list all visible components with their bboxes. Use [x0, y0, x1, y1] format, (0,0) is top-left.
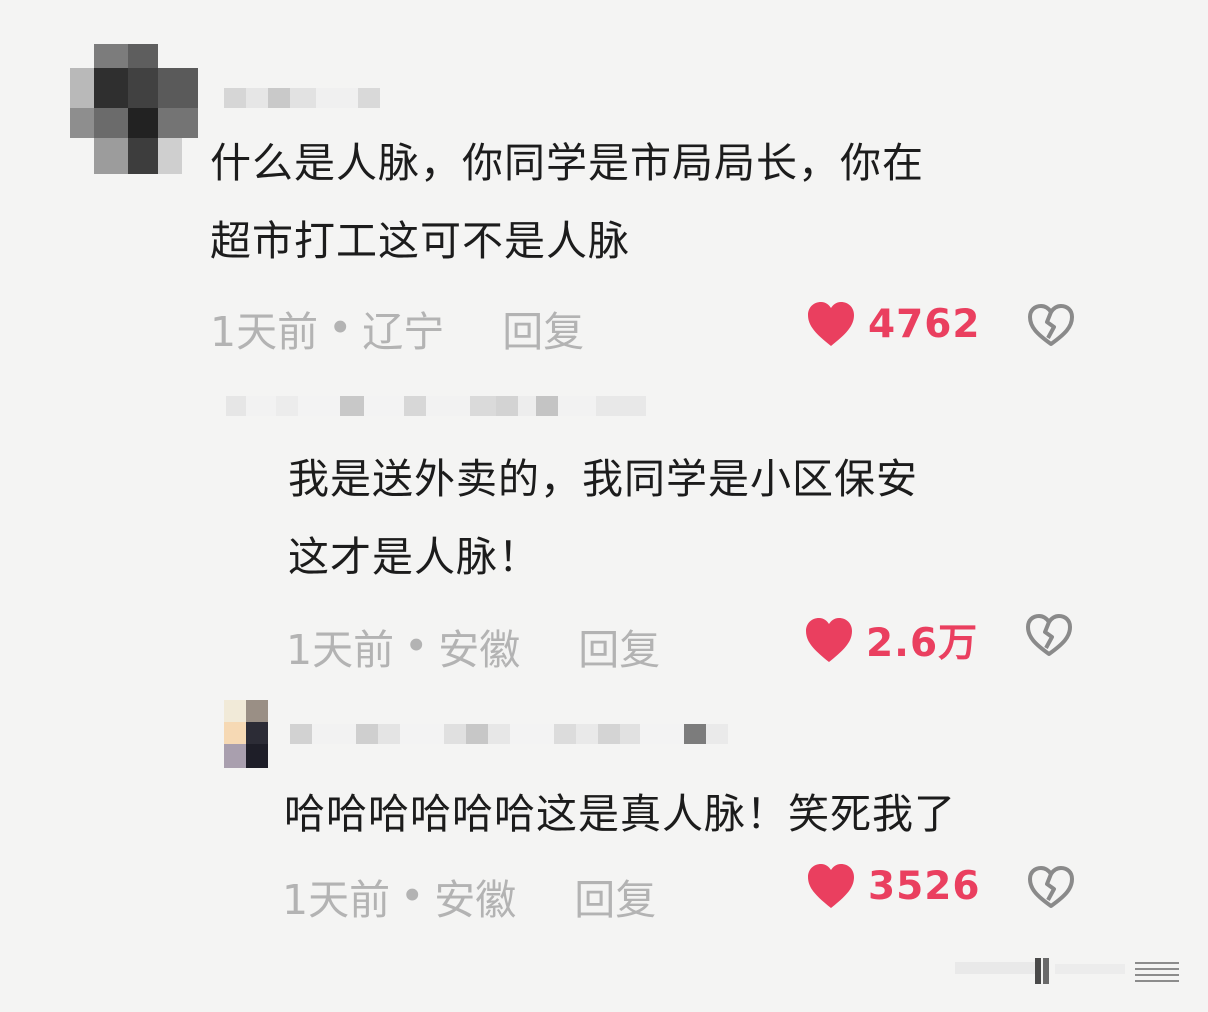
- meta-separator: •: [328, 304, 353, 352]
- username[interactable]: [224, 88, 380, 108]
- meta-separator: •: [404, 622, 429, 670]
- comment-text: 我是送外卖的，我同学是小区保安 这才是人脉！: [288, 440, 918, 596]
- avatar[interactable]: [70, 44, 210, 178]
- dislike-button[interactable]: [1026, 302, 1076, 348]
- like-count: 3526: [868, 863, 981, 909]
- comment-text-line: 我是送外卖的，我同学是小区保安: [288, 455, 918, 503]
- comment-text-line: 这才是人脉！: [288, 533, 540, 581]
- comment-time: 1天前: [282, 876, 391, 924]
- comment-text: 什么是人脉，你同学是市局局长，你在 超市打工这可不是人脉: [210, 124, 924, 280]
- comment-location: 辽宁: [362, 308, 445, 356]
- username[interactable]: [290, 724, 728, 744]
- comment-text: 哈哈哈哈哈哈这是真人脉！笑死我了: [284, 775, 956, 853]
- like-button[interactable]: 2.6万: [804, 612, 978, 668]
- broken-heart-icon: [1024, 612, 1074, 658]
- heart-filled-icon: [804, 616, 854, 664]
- reply-button[interactable]: 回复: [502, 298, 584, 358]
- comment-meta: 1天前 • 安徽 回复: [282, 866, 656, 926]
- dislike-button[interactable]: [1024, 612, 1074, 658]
- comment-location: 安徽: [434, 876, 517, 924]
- heart-filled-icon: [806, 300, 856, 348]
- broken-heart-icon: [1026, 864, 1076, 910]
- comment-text-line: 哈哈哈哈哈哈这是真人脉！笑死我了: [284, 790, 956, 838]
- username[interactable]: [226, 396, 646, 416]
- reply-button[interactable]: 回复: [574, 866, 656, 926]
- watermark: [955, 956, 1190, 986]
- like-button[interactable]: 4762: [806, 300, 981, 348]
- heart-filled-icon: [806, 862, 856, 910]
- dislike-button[interactable]: [1026, 864, 1076, 910]
- avatar[interactable]: [224, 700, 268, 768]
- comment-meta: 1天前 • 安徽 回复: [286, 616, 660, 676]
- like-button[interactable]: 3526: [806, 862, 981, 910]
- reply-button[interactable]: 回复: [578, 616, 660, 676]
- like-count: 2.6万: [866, 621, 979, 666]
- meta-separator: •: [400, 872, 425, 920]
- like-count: 4762: [868, 301, 981, 347]
- comment-location: 安徽: [438, 626, 521, 674]
- comment-time: 1天前: [286, 626, 395, 674]
- comment-thread: 什么是人脉，你同学是市局局长，你在 超市打工这可不是人脉 1天前 • 辽宁 回复…: [0, 0, 1208, 1012]
- comment-text-line: 超市打工这可不是人脉: [210, 217, 630, 265]
- comment-time: 1天前: [210, 308, 319, 356]
- broken-heart-icon: [1026, 302, 1076, 348]
- comment-meta: 1天前 • 辽宁 回复: [210, 298, 584, 358]
- comment-text-line: 什么是人脉，你同学是市局局长，你在: [210, 139, 924, 187]
